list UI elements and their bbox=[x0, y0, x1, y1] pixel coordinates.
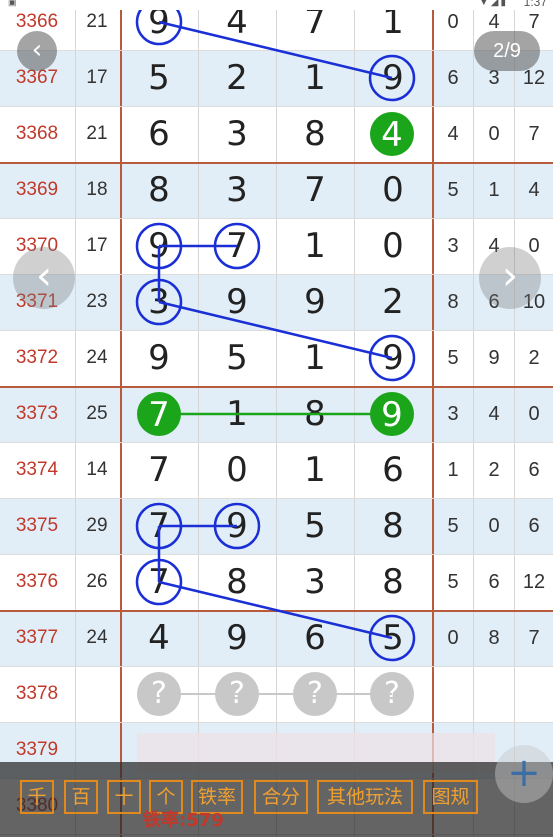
trend-connector-line bbox=[158, 580, 393, 640]
notification-icon: ▣ bbox=[8, 0, 17, 7]
filter-tens-button[interactable]: 十 bbox=[107, 780, 141, 814]
add-fab-button[interactable]: + bbox=[495, 745, 553, 803]
chart-rules-button[interactable]: 图规 bbox=[423, 780, 478, 814]
trend-lines-overlay: 4 7 9 bbox=[135, 0, 416, 695]
status-time: 1:37 bbox=[523, 0, 547, 9]
page-indicator: 2/9 bbox=[474, 31, 540, 71]
highlight-digit: 7 bbox=[148, 395, 170, 435]
trend-connector-line bbox=[158, 300, 393, 360]
combine-split-button[interactable]: 合分 bbox=[254, 780, 308, 814]
filter-hundreds-button[interactable]: 百 bbox=[64, 780, 98, 814]
trend-connector-line bbox=[158, 20, 393, 80]
next-page-button[interactable]: › bbox=[479, 247, 541, 309]
status-bar: ▣ ▼◢▮ 1:37 bbox=[0, 0, 553, 10]
signal-battery-icon: ▼◢▮ bbox=[478, 0, 508, 8]
iron-rate-label: 铁率:579 bbox=[143, 810, 224, 831]
filter-thousands-button[interactable]: 千 bbox=[20, 780, 54, 814]
highlight-digit: 9 bbox=[381, 395, 403, 435]
bottom-toolbar: 千 百 十 个 铁率 合分 其他玩法 图规 bbox=[0, 762, 553, 837]
highlight-digit: 4 bbox=[381, 115, 403, 155]
back-button[interactable]: ‹ bbox=[17, 31, 57, 71]
previous-page-button[interactable]: ‹ bbox=[13, 247, 75, 309]
other-play-button[interactable]: 其他玩法 bbox=[317, 780, 413, 814]
